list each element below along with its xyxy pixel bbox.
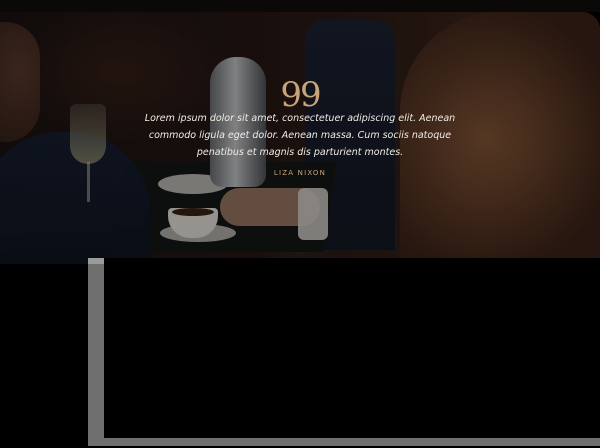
testimonial-quote: Lorem ipsum dolor sit amet, consectetuer… [144, 113, 456, 158]
frame-corner [88, 258, 104, 264]
empty-content-frame [88, 258, 600, 446]
top-strip [0, 0, 600, 12]
testimonial-hero: 99 Lorem ipsum dolor sit amet, consectet… [0, 12, 600, 264]
testimonial-author: LIZA NIXON [273, 169, 327, 177]
testimonial-block: 99 Lorem ipsum dolor sit amet, consectet… [140, 78, 460, 177]
page: 99 Lorem ipsum dolor sit amet, consectet… [0, 0, 600, 448]
quote-icon: 99 [280, 75, 321, 115]
